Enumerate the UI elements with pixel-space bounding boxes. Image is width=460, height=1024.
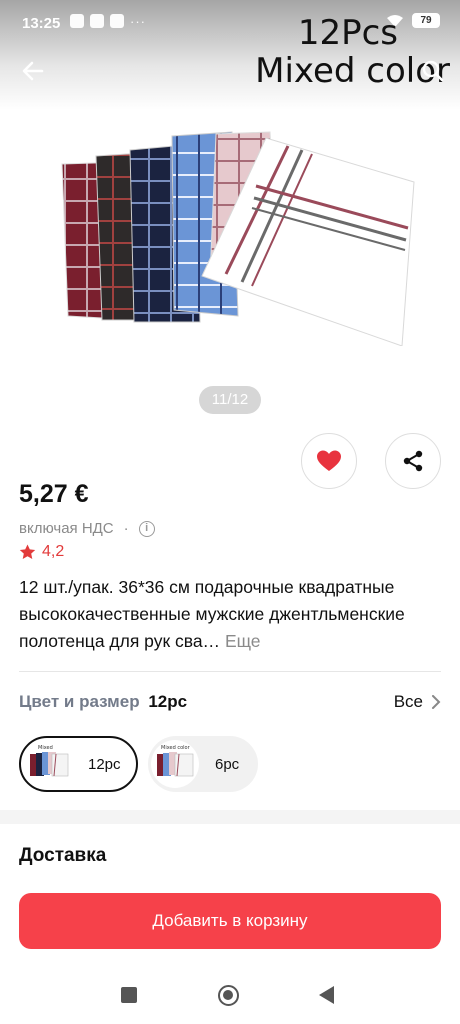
share-button[interactable] — [385, 433, 441, 489]
variant-all-label: Все — [393, 692, 423, 711]
delivery-heading: Доставка — [19, 845, 107, 866]
product-image[interactable] — [56, 126, 416, 346]
variant-label: Цвет и размер — [19, 692, 140, 711]
tiktok-icon — [90, 14, 104, 28]
share-icon — [403, 450, 423, 472]
thumb-caption: Mixed color — [161, 745, 191, 751]
status-time: 13:25 — [22, 15, 61, 32]
product-rating[interactable]: 4,2 — [19, 543, 64, 561]
overlay-line-1: 12Pcs — [297, 13, 398, 53]
search-icon — [422, 60, 444, 82]
system-navigation-bar — [0, 966, 460, 1024]
wishlist-button[interactable] — [301, 433, 357, 489]
back-triangle-icon[interactable] — [319, 986, 334, 1004]
info-icon[interactable]: i — [138, 520, 155, 537]
chevron-right-icon — [432, 695, 441, 709]
variant-option-6pc[interactable]: Mixed color 6pc — [148, 736, 258, 792]
variant-selected-value: 12pc — [148, 692, 188, 711]
variant-all-button[interactable]: Все — [394, 692, 441, 712]
show-more-link[interactable]: Еще — [225, 631, 261, 651]
description-text: 12 шт./упак. 36*36 см подарочные квадрат… — [19, 577, 405, 651]
thumb-caption: Mixed — [38, 745, 53, 751]
variant-option-label: 6pc — [215, 755, 240, 773]
heart-icon — [317, 450, 341, 471]
search-button[interactable] — [420, 58, 448, 86]
add-to-cart-button[interactable]: Добавить в корзину — [19, 893, 441, 949]
vat-label: включая НДС — [19, 520, 114, 537]
more-notifications-icon: ··· — [130, 14, 146, 29]
vat-note: включая НДС · i — [19, 520, 155, 537]
recent-apps-icon[interactable] — [121, 987, 137, 1003]
star-icon — [19, 544, 36, 559]
variant-thumbnail: Mixed color — [151, 740, 199, 788]
back-arrow-icon — [22, 61, 44, 81]
rating-value: 4,2 — [42, 543, 65, 560]
back-button[interactable] — [18, 56, 50, 88]
vat-separator: · — [123, 520, 129, 537]
gallery-counter: 11/12 — [199, 386, 261, 414]
product-price: 5,27 € — [19, 480, 89, 508]
youtube-icon — [110, 14, 124, 28]
product-description: 12 шт./упак. 36*36 см подарочные квадрат… — [19, 574, 439, 655]
variant-option-12pc[interactable]: Mixed 12pc — [19, 736, 138, 792]
home-icon[interactable] — [218, 985, 239, 1006]
divider — [19, 671, 441, 672]
section-separator — [0, 810, 460, 824]
variant-option-label: 12pc — [88, 755, 121, 773]
variant-selector-header: Цвет и размер 12pc Все — [19, 692, 441, 716]
variant-thumbnail: Mixed — [24, 740, 72, 788]
telegram-icon — [70, 14, 84, 28]
status-notification-icons: ··· — [70, 14, 146, 29]
product-gallery[interactable]: 13:25 ··· 79 12Pcs Mixed color 11/12 — [0, 0, 460, 430]
